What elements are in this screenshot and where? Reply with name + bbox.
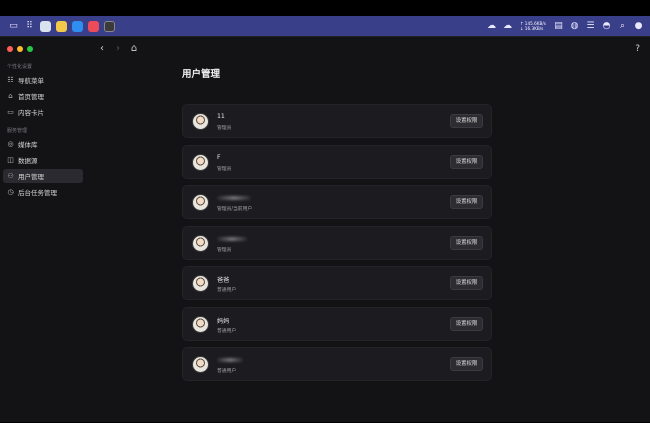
- sidebar-item-home-manage[interactable]: ⌂ 首页管理: [3, 89, 83, 103]
- avatar: [192, 275, 209, 292]
- user-name: 爸爸: [217, 277, 230, 284]
- set-permissions-button[interactable]: 设置权限: [450, 317, 483, 331]
- set-permissions-button[interactable]: 设置权限: [450, 357, 483, 371]
- user-role: 普通用户: [217, 369, 237, 374]
- user-role: 管理员/当前用户: [217, 207, 253, 212]
- redacted-user-name: [217, 196, 251, 200]
- sidebar-item-media-library[interactable]: ◎ 媒体库: [3, 137, 83, 151]
- sidebar-item-nav-menu[interactable]: ☷ 导航菜单: [3, 73, 83, 87]
- user-card[interactable]: 11 管理员 设置权限: [182, 104, 492, 138]
- sidebar-item-background-tasks[interactable]: ◷ 后台任务管理: [3, 185, 83, 199]
- back-arrow-icon[interactable]: ‹: [96, 42, 108, 56]
- sidebar-item-label: 用户管理: [18, 173, 44, 181]
- bell-icon[interactable]: ◓: [601, 21, 612, 32]
- network-speed: ↑ 145.6KB/s ↓ 16.3KB/s: [520, 21, 546, 31]
- user-role: 管理员: [217, 126, 232, 131]
- user-card[interactable]: 管理员/当前用户 设置权限: [182, 185, 492, 219]
- user-card[interactable]: 妈妈 普通用户 设置权限: [182, 307, 492, 341]
- user-role: 普通用户: [217, 329, 237, 334]
- user-role: 管理员: [217, 248, 232, 253]
- sidebar: 个性化设置 ☷ 导航菜单 ⌂ 首页管理 ▭ 内容卡片 服务管理 ◎ 媒体库 ◫ …: [0, 61, 86, 423]
- set-permissions-button[interactable]: 设置权限: [450, 114, 483, 128]
- app-icon-1[interactable]: [40, 20, 51, 32]
- screen: ▭ ⠿ ☁ ☁ ↑ 145.6KB/s ↓ 16.3KB/s ▤ ◍ ☰ ◓ ⌕…: [0, 16, 650, 422]
- apps-grid-icon[interactable]: ⠿: [24, 21, 35, 32]
- globe-icon[interactable]: ◍: [569, 21, 580, 32]
- redacted-user-name: [217, 358, 243, 362]
- sidebar-group-title: 服务管理: [7, 128, 28, 134]
- clock-icon: ◷: [7, 187, 14, 196]
- sidebar-item-data-source[interactable]: ◫ 数据源: [3, 153, 83, 167]
- cloud-sync-icon[interactable]: ☁: [486, 21, 497, 32]
- menu-bar: ▭ ⠿ ☁ ☁ ↑ 145.6KB/s ↓ 16.3KB/s ▤ ◍ ☰ ◓ ⌕…: [0, 16, 650, 36]
- avatar: [192, 356, 209, 373]
- close-window-button[interactable]: [7, 46, 13, 52]
- user-card[interactable]: 爸爸 普通用户 设置权限: [182, 266, 492, 300]
- settings-list-icon[interactable]: ☰: [585, 21, 596, 32]
- minimize-window-button[interactable]: [17, 46, 23, 52]
- forward-arrow-icon[interactable]: ›: [112, 42, 124, 56]
- list-icon: ☷: [7, 75, 14, 84]
- home-icon: ⌂: [8, 91, 13, 100]
- user-role: 普通用户: [217, 288, 237, 293]
- avatar: [192, 235, 209, 252]
- user-card[interactable]: F 管理员 设置权限: [182, 145, 492, 179]
- window-titlebar: ‹ › ⌂ ?: [0, 37, 650, 61]
- redacted-user-name: [217, 237, 247, 241]
- sidebar-item-label: 后台任务管理: [18, 189, 57, 197]
- help-button[interactable]: ?: [635, 42, 640, 56]
- sidebar-item-user-management[interactable]: ⚇ 用户管理: [3, 169, 83, 183]
- monitor-icon[interactable]: ▭: [8, 21, 19, 32]
- users-icon: ⚇: [7, 171, 14, 180]
- sidebar-group-title: 个性化设置: [7, 64, 33, 70]
- sidebar-item-label: 数据源: [18, 157, 38, 165]
- zoom-window-button[interactable]: [27, 46, 33, 52]
- cloud-icon[interactable]: ☁: [502, 21, 513, 32]
- sidebar-item-label: 导航菜单: [18, 77, 44, 85]
- media-icon: ◎: [7, 139, 14, 148]
- set-permissions-button[interactable]: 设置权限: [450, 276, 483, 290]
- sidebar-item-label: 首页管理: [18, 93, 44, 101]
- search-icon[interactable]: ⌕: [617, 21, 628, 32]
- database-icon: ◫: [7, 155, 14, 164]
- user-name: 11: [217, 113, 225, 120]
- set-permissions-button[interactable]: 设置权限: [450, 155, 483, 169]
- app-icon-3[interactable]: [72, 20, 83, 32]
- user-name: 妈妈: [217, 318, 230, 325]
- page-title: 用户管理: [182, 69, 221, 80]
- net-down-speed: ↓ 16.3KB/s: [519, 26, 544, 31]
- avatar: [192, 113, 209, 130]
- set-permissions-button[interactable]: 设置权限: [450, 195, 483, 209]
- home-icon[interactable]: ⌂: [128, 42, 140, 56]
- sidebar-item-label: 内容卡片: [18, 109, 44, 117]
- card-icon: ▭: [7, 107, 14, 116]
- sidebar-item-content-cards[interactable]: ▭ 内容卡片: [3, 105, 83, 119]
- sidebar-item-label: 媒体库: [18, 141, 38, 149]
- avatar: [192, 154, 209, 171]
- avatar: [192, 316, 209, 333]
- avatar: [192, 194, 209, 211]
- user-role: 管理员: [217, 167, 232, 172]
- set-permissions-button[interactable]: 设置权限: [450, 236, 483, 250]
- user-icon[interactable]: ●: [633, 21, 644, 32]
- server-icon[interactable]: ▤: [553, 21, 564, 32]
- app-icon-5[interactable]: [104, 20, 115, 32]
- user-card[interactable]: 普通用户 设置权限: [182, 347, 492, 381]
- app-icon-4[interactable]: [88, 20, 99, 32]
- user-name: F: [217, 154, 221, 161]
- app-icon-2[interactable]: [56, 20, 67, 32]
- app-window: ‹ › ⌂ ? 个性化设置 ☷ 导航菜单 ⌂ 首页管理 ▭ 内容卡片 服务管理 …: [0, 36, 650, 422]
- user-card[interactable]: 管理员 设置权限: [182, 226, 492, 260]
